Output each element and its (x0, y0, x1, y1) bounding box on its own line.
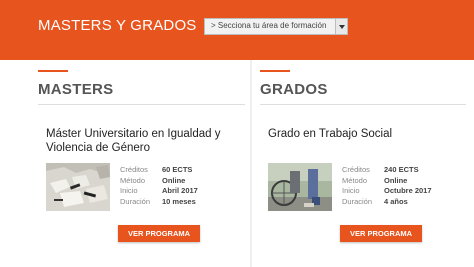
detail-value: Online (384, 175, 408, 185)
chevron-down-icon[interactable] (335, 19, 347, 34)
header-bar: MASTERS Y GRADOS > Secciona tu área de f… (0, 0, 474, 60)
divider (260, 104, 466, 105)
grados-ver-programa-button[interactable]: VER PROGRAMA (340, 225, 422, 242)
section-accent (260, 70, 290, 72)
detail-row: Método Online (120, 176, 198, 187)
detail-row: Método Online (342, 176, 432, 187)
masters-column: MASTERS Máster Universitario en Igualdad… (0, 60, 250, 267)
grados-column: GRADOS Grado en Trabajo Social Créditos 2… (252, 60, 474, 267)
masters-ver-programa-button[interactable]: VER PROGRAMA (118, 225, 200, 242)
detail-row: Inicio Octubre 2017 (342, 186, 432, 197)
section-accent (38, 70, 68, 72)
detail-row: Inicio Abril 2017 (120, 186, 198, 197)
area-select-value: > Secciona tu área de formación (211, 21, 327, 30)
detail-label: Método (120, 175, 146, 185)
detail-value: Octubre 2017 (384, 186, 432, 195)
grados-heading: GRADOS (260, 81, 328, 98)
detail-row: Créditos 60 ECTS (120, 165, 198, 176)
detail-label: Método (342, 175, 368, 185)
area-select[interactable]: > Secciona tu área de formación (204, 18, 348, 35)
detail-label: Créditos (342, 165, 370, 174)
detail-value: 60 ECTS (162, 165, 193, 174)
grados-details: Créditos 240 ECTS Método Online Inicio Octu… (342, 165, 432, 207)
masters-heading: MASTERS (38, 81, 114, 98)
detail-value: 10 meses (162, 196, 196, 206)
masters-program-title[interactable]: Máster Universitario en Igualdad y Viole… (46, 127, 236, 155)
detail-label: Inicio (342, 186, 360, 195)
masters-program-image[interactable] (46, 163, 110, 211)
detail-label: Duración (120, 196, 151, 206)
detail-value: 240 ECTS (384, 165, 419, 174)
divider (38, 104, 245, 105)
detail-value: 4 años (384, 196, 408, 206)
detail-row: Créditos 240 ECTS (342, 165, 432, 176)
detail-row: Duración 4 años (342, 197, 432, 208)
masters-details: Créditos 60 ECTS Método Online Inicio Abril… (120, 165, 198, 207)
grados-program-image[interactable] (268, 163, 332, 211)
detail-value: Abril 2017 (162, 186, 198, 195)
detail-value: Online (162, 175, 186, 185)
detail-label: Duración (342, 196, 373, 206)
detail-label: Inicio (120, 186, 138, 195)
detail-label: Créditos (120, 165, 148, 174)
grados-program-title[interactable]: Grado en Trabajo Social (268, 127, 458, 141)
detail-row: Duración 10 meses (120, 197, 198, 208)
page-title: MASTERS Y GRADOS (38, 17, 197, 34)
